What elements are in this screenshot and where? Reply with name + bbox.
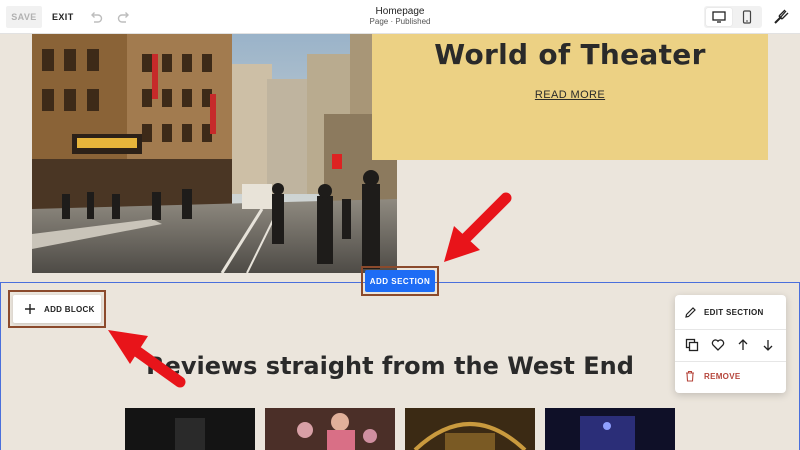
desktop-view-button[interactable] — [706, 8, 732, 26]
undo-icon[interactable] — [88, 9, 104, 25]
page-status: Page · Published — [369, 17, 431, 26]
menu-divider — [675, 329, 786, 330]
plus-icon — [25, 304, 35, 314]
section-menu: EDIT SECTION REMOVE — [675, 295, 786, 393]
review-image-2[interactable] — [265, 408, 395, 450]
edit-section-button[interactable]: EDIT SECTION — [675, 303, 786, 321]
review-photo — [545, 408, 675, 450]
save-button[interactable]: SAVE — [6, 6, 42, 28]
review-photo — [265, 408, 395, 450]
review-photo — [405, 408, 535, 450]
trash-icon — [686, 370, 694, 382]
mobile-view-button[interactable] — [734, 8, 760, 26]
page-title[interactable]: Homepage — [300, 6, 500, 17]
add-block-button[interactable]: ADD BLOCK — [13, 295, 101, 323]
review-image-3[interactable] — [405, 408, 535, 450]
remove-section-button[interactable]: REMOVE — [675, 367, 786, 385]
read-more-link[interactable]: READ MORE — [372, 89, 768, 101]
section-actions-row — [675, 336, 786, 354]
edit-section-label: EDIT SECTION — [704, 307, 764, 317]
london-street-photo — [32, 34, 397, 273]
review-image-1[interactable] — [125, 408, 255, 450]
paintbrush-icon[interactable] — [772, 8, 790, 26]
add-block-label: ADD BLOCK — [44, 304, 95, 314]
hero-image — [32, 34, 397, 273]
hero-card: World of Theater READ MORE — [372, 34, 768, 160]
arrow-down-icon[interactable] — [761, 338, 775, 352]
mobile-icon — [742, 10, 752, 24]
heart-icon[interactable] — [711, 338, 725, 352]
remove-label: REMOVE — [704, 371, 741, 381]
duplicate-icon[interactable] — [685, 338, 699, 352]
review-image-4[interactable] — [545, 408, 675, 450]
hero-title: World of Theater — [434, 38, 706, 71]
pencil-icon — [685, 306, 696, 318]
desktop-icon — [712, 11, 726, 23]
add-section-button[interactable]: ADD SECTION — [365, 270, 435, 292]
arrow-up-icon[interactable] — [736, 338, 750, 352]
redo-icon[interactable] — [116, 9, 132, 25]
exit-button[interactable]: EXIT — [52, 6, 74, 28]
editor-toolbar: SAVE EXIT Homepage Page · Published — [0, 0, 800, 34]
device-toggle — [704, 6, 762, 28]
annotation-arrow-icon — [108, 330, 186, 388]
annotation-arrow-icon — [444, 192, 512, 262]
review-photo — [125, 408, 255, 450]
menu-divider — [675, 361, 786, 362]
